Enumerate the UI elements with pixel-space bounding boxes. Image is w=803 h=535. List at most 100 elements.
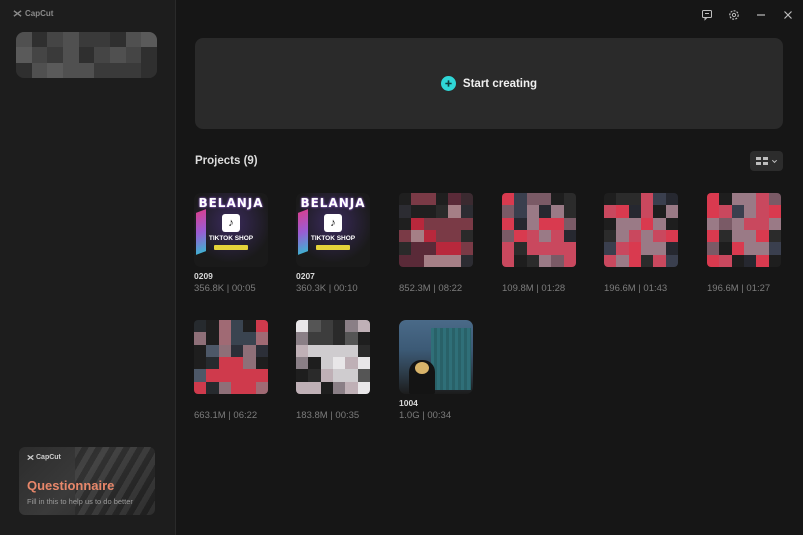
- feedback-icon[interactable]: [699, 7, 714, 22]
- pixel-block: [604, 242, 617, 255]
- pixel-block: [320, 369, 333, 382]
- close-icon[interactable]: [780, 7, 795, 22]
- pixel-block: [707, 229, 720, 243]
- pixel-block: [640, 229, 654, 243]
- start-creating-button[interactable]: Start creating: [195, 38, 783, 129]
- project-thumbnail-blurred[interactable]: [604, 193, 678, 267]
- project-card[interactable]: BELANJA ♪ TIKTOK SHOP 0207 360.3K | 00:1…: [296, 193, 376, 294]
- pixel-block: [551, 205, 564, 218]
- pixel-block: [538, 254, 552, 267]
- pixel-block: [230, 332, 244, 345]
- pixel-block: [423, 217, 436, 230]
- pixel-block: [628, 229, 641, 243]
- pixel-block: [411, 242, 424, 255]
- pixel-block: [218, 381, 231, 394]
- project-card[interactable]: 109.8M | 01:28: [502, 193, 582, 294]
- pixel-block: [526, 217, 539, 230]
- project-thumbnail-blurred[interactable]: [707, 193, 781, 267]
- pixel-block: [768, 193, 781, 206]
- project-meta: 196.6M | 01:43: [604, 283, 668, 294]
- pixel-block: [332, 320, 346, 333]
- pixel-block: [16, 32, 32, 48]
- user-profile-blurred[interactable]: [16, 32, 157, 78]
- pixel-block: [399, 205, 412, 218]
- pixel-block: [78, 47, 95, 63]
- pixel-block: [551, 242, 564, 255]
- pixel-block: [719, 193, 732, 206]
- thumb-decoration: [196, 209, 206, 255]
- project-thumbnail[interactable]: BELANJA ♪ TIKTOK SHOP: [194, 193, 268, 267]
- pixel-block: [16, 47, 32, 63]
- pixel-block: [78, 62, 95, 78]
- project-card[interactable]: 1004 1.0G | 00:34: [399, 320, 479, 421]
- pixel-block: [206, 381, 219, 394]
- project-thumbnail-blurred[interactable]: [296, 320, 370, 394]
- pixel-block: [63, 47, 79, 63]
- project-card[interactable]: 183.8M | 00:35: [296, 320, 376, 421]
- pixel-block: [743, 217, 757, 230]
- project-thumbnail[interactable]: BELANJA ♪ TIKTOK SHOP: [296, 193, 370, 267]
- project-card[interactable]: 196.6M | 01:27: [707, 193, 787, 294]
- pixel-block: [308, 369, 321, 382]
- pixel-block: [320, 381, 333, 394]
- project-thumbnail-blurred[interactable]: [194, 320, 268, 394]
- project-card[interactable]: 663.1M | 06:22: [194, 320, 274, 421]
- pixel-block: [460, 205, 473, 218]
- pixel-block: [538, 205, 552, 218]
- pixel-block: [665, 193, 678, 206]
- project-thumbnail-blurred[interactable]: [502, 193, 576, 267]
- pixel-block: [345, 344, 358, 357]
- pixel-block: [628, 254, 641, 267]
- questionnaire-banner[interactable]: CapCut Questionnaire Fill in this to hel…: [19, 447, 155, 515]
- banner-brand: CapCut: [27, 454, 61, 461]
- pixel-block: [296, 332, 309, 345]
- pixel-block: [308, 332, 321, 345]
- pixel-block: [94, 62, 110, 78]
- pixel-block: [538, 242, 552, 255]
- app-logo: CapCut: [13, 9, 53, 18]
- pixel-block: [243, 320, 256, 333]
- minimize-icon[interactable]: [753, 7, 768, 22]
- pixel-block: [551, 254, 564, 267]
- pixel-block: [719, 217, 732, 230]
- pixel-block: [63, 62, 79, 78]
- view-toggle-button[interactable]: [750, 151, 783, 171]
- project-thumbnail-blurred[interactable]: [399, 193, 473, 267]
- pixel-block: [768, 229, 781, 243]
- project-name: [604, 271, 684, 282]
- pixel-block: [551, 217, 564, 230]
- pixel-block: [218, 344, 231, 357]
- pixel-block: [296, 369, 309, 382]
- project-card[interactable]: 852.3M | 08:22: [399, 193, 479, 294]
- pixel-block: [448, 205, 461, 218]
- pixel-block: [448, 229, 461, 243]
- settings-icon[interactable]: [726, 7, 741, 22]
- pixel-block: [665, 217, 678, 230]
- grid-view-icon: [756, 157, 768, 165]
- pixel-block: [47, 47, 63, 63]
- pixel-block: [731, 229, 744, 243]
- project-thumbnail[interactable]: [399, 320, 473, 394]
- pixel-block: [460, 242, 473, 255]
- pixel-block: [551, 229, 564, 243]
- pixel-block: [756, 242, 769, 255]
- project-card[interactable]: BELANJA ♪ TIKTOK SHOP 0209 356.8K | 00:0…: [194, 193, 274, 294]
- pixel-block: [255, 369, 268, 382]
- pixel-block: [320, 356, 333, 370]
- pixel-block: [31, 47, 48, 63]
- pixel-block: [653, 254, 666, 267]
- pixel-block: [94, 32, 110, 48]
- pixel-block: [653, 205, 666, 218]
- pixel-block: [332, 332, 346, 345]
- project-card[interactable]: 196.6M | 01:43: [604, 193, 684, 294]
- pixel-block: [768, 205, 781, 218]
- pixel-block: [538, 193, 552, 206]
- pixel-block: [756, 254, 769, 267]
- pixel-block: [460, 254, 473, 267]
- pixel-block: [230, 320, 244, 333]
- pixel-block: [399, 217, 412, 230]
- pixel-block: [357, 369, 370, 382]
- pixel-block: [640, 254, 654, 267]
- pixel-block: [194, 369, 207, 382]
- pixel-block: [345, 356, 358, 370]
